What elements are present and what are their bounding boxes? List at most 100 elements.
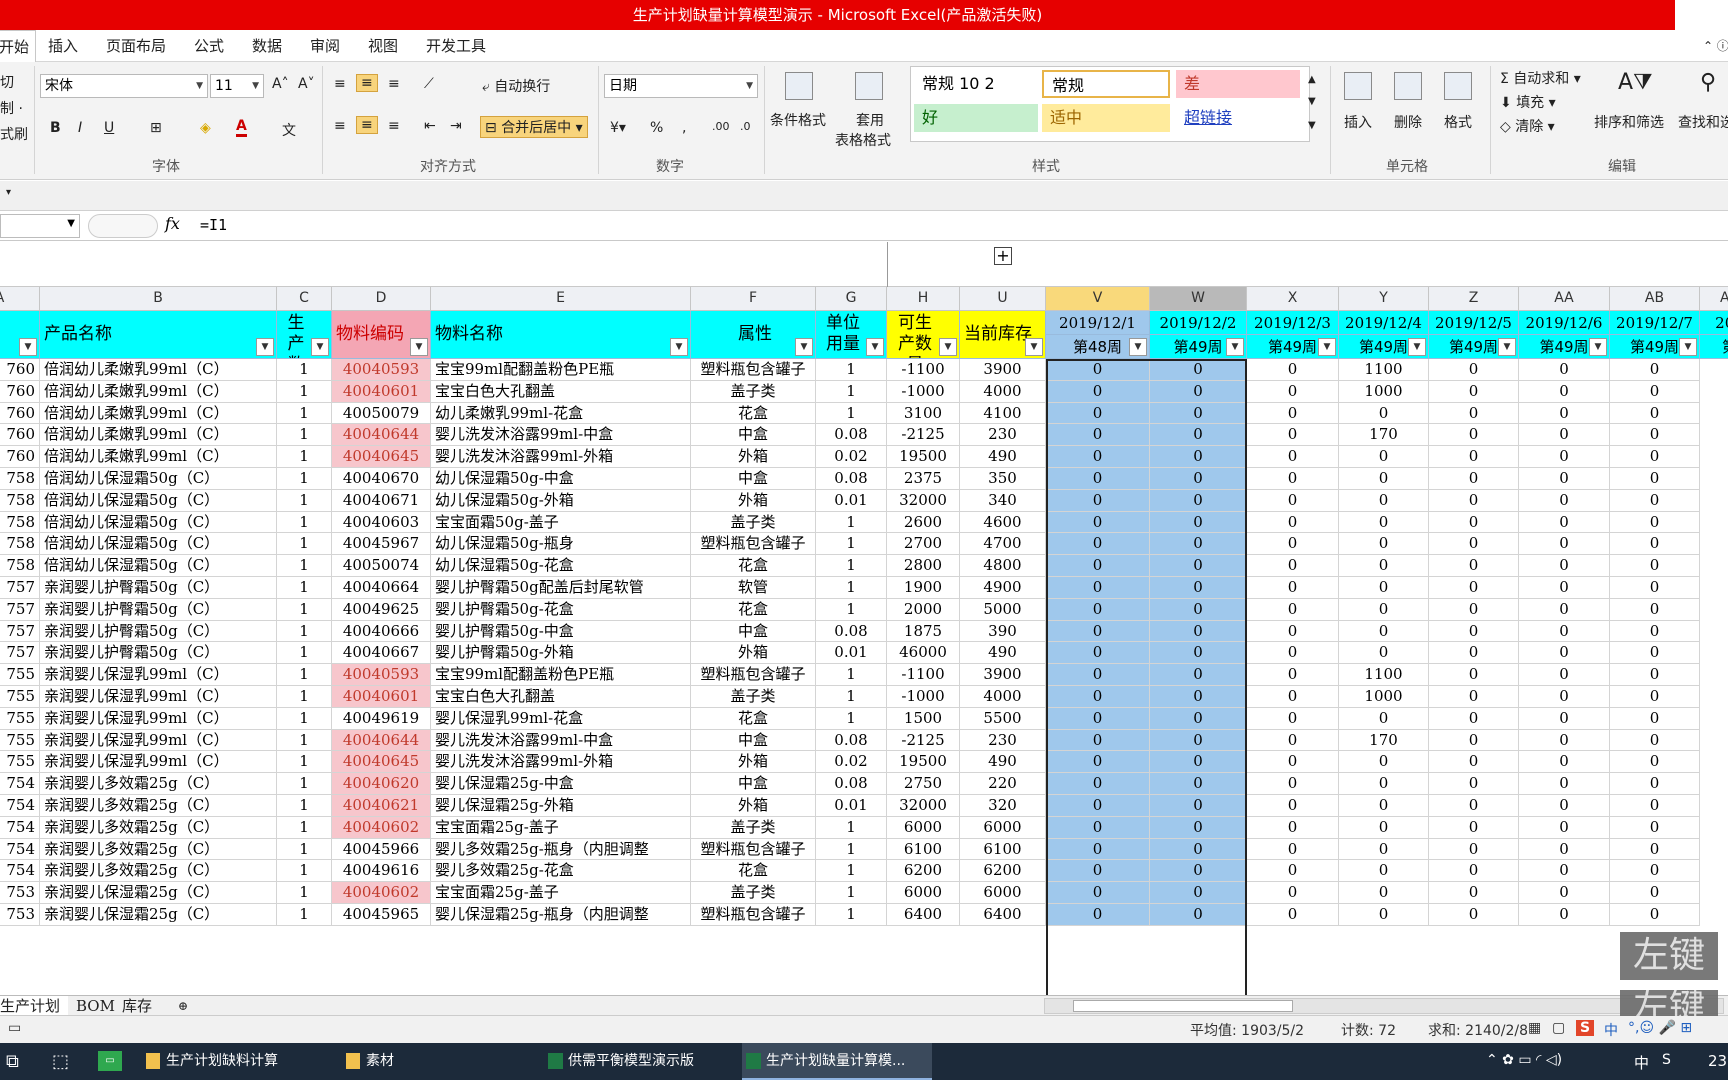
cell-c[interactable]: 1 <box>277 795 332 817</box>
cell-c[interactable]: 1 <box>277 860 332 883</box>
cell-a[interactable]: 753 <box>0 904 40 926</box>
page-layout-view-icon[interactable]: ▢ <box>1552 1020 1565 1036</box>
cell-x[interactable]: 0 <box>1247 380 1339 403</box>
orientation-icon[interactable]: ⟋ <box>424 76 434 92</box>
cell-w[interactable]: 0 <box>1150 577 1247 599</box>
cell-z[interactable]: 0 <box>1429 359 1519 381</box>
border-icon[interactable]: ⊞ <box>150 120 162 136</box>
cell-y[interactable]: 0 <box>1339 489 1429 512</box>
cell-x[interactable]: 0 <box>1247 729 1339 752</box>
cell-e[interactable]: 宝宝白色大孔翻盖 <box>431 380 691 403</box>
cell-d[interactable]: 40040671 <box>332 489 431 512</box>
cell-v[interactable]: 0 <box>1046 598 1150 621</box>
cell-e[interactable]: 婴儿保湿霜25g-中盒 <box>431 773 691 795</box>
cell-h[interactable]: 6400 <box>887 904 960 926</box>
collapse-ribbon-icon[interactable]: ⌃ ⓘ <box>1703 37 1728 54</box>
cell-b[interactable]: 倍润幼儿柔嫩乳99ml（C） <box>40 446 277 468</box>
cell-c[interactable]: 1 <box>277 489 332 512</box>
cell-u[interactable]: 490 <box>960 751 1046 774</box>
cell-u[interactable]: 3900 <box>960 359 1046 381</box>
cell-e[interactable]: 婴儿护臀霜50g配盖后封尾软管 <box>431 577 691 599</box>
align-right-icon[interactable]: ≡ <box>388 118 400 134</box>
sogou-ime-icon[interactable]: S <box>1576 1020 1595 1036</box>
cell-y[interactable]: 0 <box>1339 511 1429 534</box>
cell-c[interactable]: 1 <box>277 359 332 381</box>
cell-aa[interactable]: 0 <box>1519 795 1610 817</box>
cell-aa[interactable]: 0 <box>1519 424 1610 447</box>
clear-button[interactable]: ◇ 清除 ▾ <box>1500 116 1555 136</box>
cell-a[interactable]: 757 <box>0 577 40 599</box>
cell-ab[interactable]: 0 <box>1610 489 1700 512</box>
cell-b[interactable]: 倍润幼儿柔嫩乳99ml（C） <box>40 359 277 381</box>
cell-a[interactable]: 758 <box>0 511 40 534</box>
cell-y[interactable]: 0 <box>1339 773 1429 795</box>
cell-a[interactable]: 753 <box>0 882 40 904</box>
cell-ab[interactable]: 0 <box>1610 838 1700 861</box>
cell-g[interactable]: 1 <box>816 555 887 577</box>
cell-z[interactable]: 0 <box>1429 598 1519 621</box>
cell-b[interactable]: 亲润婴儿多效霜25g（C） <box>40 773 277 795</box>
cell-u[interactable]: 6000 <box>960 882 1046 904</box>
cell-h[interactable]: 2700 <box>887 533 960 556</box>
cell-f[interactable]: 中盒 <box>691 424 816 447</box>
scrollbar-thumb[interactable] <box>1073 1000 1293 1012</box>
filter-dropdown-icon[interactable]: ▼ <box>1589 338 1607 356</box>
cell-a[interactable]: 757 <box>0 642 40 665</box>
cell-aa[interactable]: 0 <box>1519 686 1610 708</box>
ime-tools-icon[interactable]: °,☺ 🎤 ⊞ <box>1628 1020 1692 1036</box>
cell-v[interactable]: 0 <box>1046 816 1150 839</box>
number-format-combo[interactable]: 日期 ▼ <box>604 74 758 98</box>
cell-a[interactable]: 755 <box>0 729 40 752</box>
cell-v[interactable]: 0 <box>1046 729 1150 752</box>
cell-c[interactable]: 1 <box>277 751 332 774</box>
cell-g[interactable]: 1 <box>816 904 887 926</box>
cell-aa[interactable]: 0 <box>1519 446 1610 468</box>
cell-h[interactable]: 2750 <box>887 773 960 795</box>
sheet-tab-production-plan[interactable]: 生产计划 <box>0 996 68 1016</box>
cell-w[interactable]: 0 <box>1150 751 1247 774</box>
cell-g[interactable]: 0.08 <box>816 468 887 490</box>
cell-w[interactable]: 0 <box>1150 511 1247 534</box>
cell-e[interactable]: 幼儿保湿霜50g-中盒 <box>431 468 691 490</box>
cell-w[interactable]: 0 <box>1150 533 1247 556</box>
name-box[interactable]: ▼ <box>0 214 80 238</box>
cell-b[interactable]: 倍润幼儿柔嫩乳99ml（C） <box>40 424 277 447</box>
cell-b[interactable]: 亲润婴儿保湿霜25g（C） <box>40 904 277 926</box>
cell-d[interactable]: 40040664 <box>332 577 431 599</box>
cell-g[interactable]: 1 <box>816 707 887 730</box>
cell-v[interactable]: 0 <box>1046 882 1150 904</box>
cell-e[interactable]: 婴儿多效霜25g-花盒 <box>431 860 691 883</box>
cell-d[interactable]: 40040601 <box>332 380 431 403</box>
cell-u[interactable]: 320 <box>960 795 1046 817</box>
cell-e[interactable]: 婴儿护臀霜50g-中盒 <box>431 620 691 643</box>
cell-f[interactable]: 外箱 <box>691 795 816 817</box>
taskbar-item-excel-1[interactable]: 供需平衡模型演示版 <box>544 1043 734 1080</box>
underline-button[interactable]: U <box>104 120 114 136</box>
cell-x[interactable]: 0 <box>1247 620 1339 643</box>
cell-h[interactable]: -1100 <box>887 664 960 686</box>
cell-h[interactable]: 6000 <box>887 882 960 904</box>
cell-b[interactable]: 亲润婴儿护臀霜50g（C） <box>40 620 277 643</box>
cell-ab[interactable]: 0 <box>1610 511 1700 534</box>
cell-f[interactable]: 盖子类 <box>691 380 816 403</box>
cell-w[interactable]: 0 <box>1150 707 1247 730</box>
cell-v[interactable]: 0 <box>1046 446 1150 468</box>
cell-u[interactable]: 490 <box>960 446 1046 468</box>
cell-h[interactable]: -1100 <box>887 359 960 381</box>
store-icon[interactable]: ⬚ <box>52 1051 69 1072</box>
cell-z[interactable]: 0 <box>1429 773 1519 795</box>
cell-e[interactable]: 婴儿洗发沐浴露99ml-中盒 <box>431 729 691 752</box>
italic-button[interactable]: I <box>78 120 82 136</box>
cell-ab[interactable]: 0 <box>1610 620 1700 643</box>
cell-h[interactable]: 32000 <box>887 489 960 512</box>
cell-d[interactable]: 40040593 <box>332 664 431 686</box>
cell-f[interactable]: 外箱 <box>691 642 816 665</box>
cell-z[interactable]: 0 <box>1429 838 1519 861</box>
filter-dropdown-icon[interactable]: ▼ <box>1679 338 1697 356</box>
task-view-icon[interactable]: ⧉ <box>6 1051 19 1072</box>
cell-v[interactable]: 0 <box>1046 860 1150 883</box>
cell-c[interactable]: 1 <box>277 620 332 643</box>
cell-ab[interactable]: 0 <box>1610 642 1700 665</box>
cell-b[interactable]: 亲润婴儿护臀霜50g（C） <box>40 577 277 599</box>
filter-dropdown-icon[interactable]: ▼ <box>1025 338 1043 356</box>
